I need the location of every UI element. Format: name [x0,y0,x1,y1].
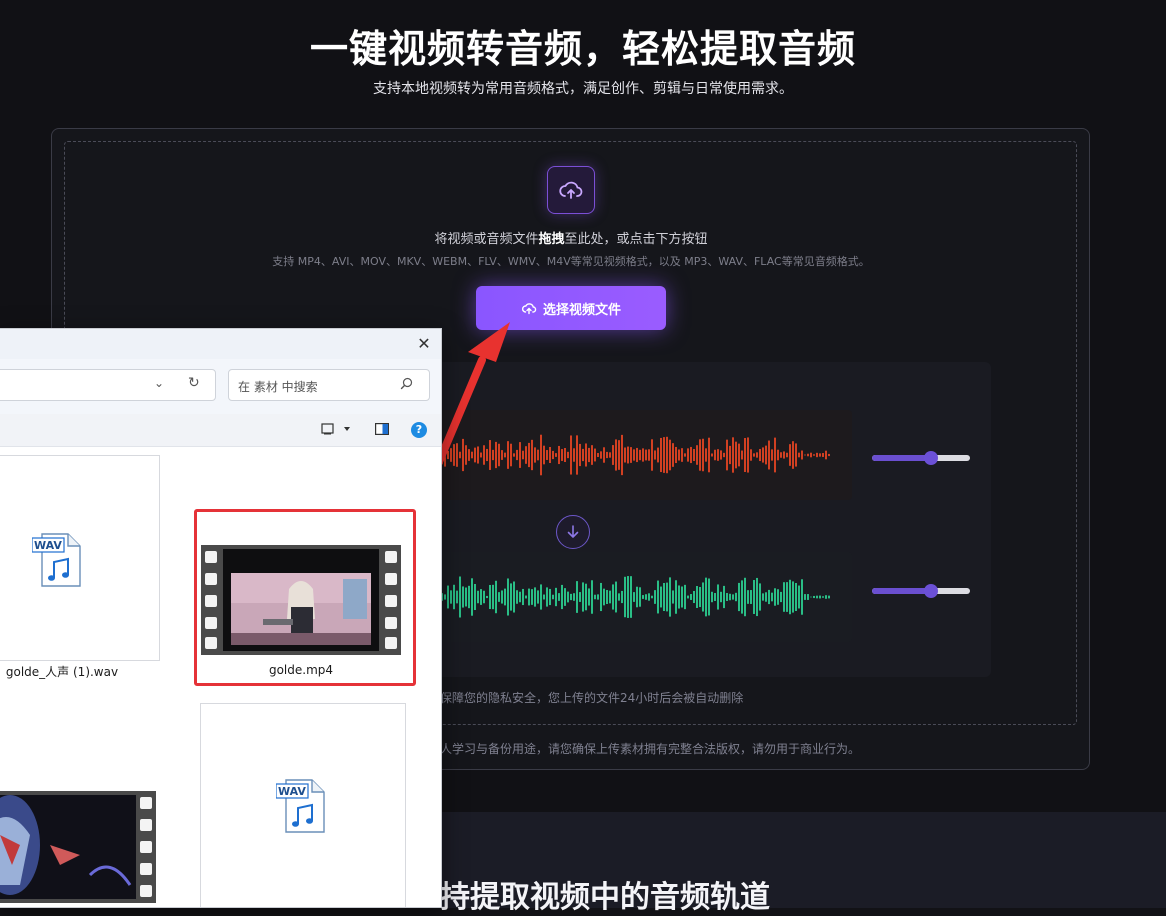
file-item-video-selected[interactable] [201,545,401,655]
green-waveform [441,576,830,618]
upload-icon [521,303,537,315]
address-bar[interactable] [0,369,216,401]
privacy-note: 保障您的隐私安全，您上传的文件24小时后会被自动删除 [440,691,744,705]
preview-pane-icon[interactable] [375,423,389,435]
slider-fill [872,588,931,594]
drag-emphasis: 拖拽 [538,232,565,247]
copyright-note: 人学习与备份用途，请您确保上传素材拥有完整合法版权，请勿用于商业行为。 [440,742,861,756]
arrow-down-icon [556,515,590,549]
slider-knob[interactable] [923,584,938,598]
wav-badge-text: WAV [278,785,306,798]
file-name: golde_人声 (1).wav [5,665,119,679]
slider-fill [872,455,931,461]
video-thumbnail [223,549,379,651]
drop-instruction: 将视频或音频文件拖拽至此处，或点击下方按钮 [434,232,708,247]
file-name: golde.mp4 [268,663,334,677]
select-video-label: 选择视频文件 [542,302,621,318]
chevron-down-icon[interactable]: ⌄ [154,376,164,390]
page-title: 一键视频转音频，轻松提取音频 [309,27,856,71]
file-item-video[interactable] [0,791,156,903]
volume-slider-output[interactable] [872,584,970,598]
wav-badge-text: WAV [34,539,62,552]
wav-file-icon: WAV [276,779,325,833]
close-icon[interactable]: ✕ [412,333,436,355]
slider-knob[interactable] [923,451,938,465]
help-icon[interactable]: ? [411,422,427,438]
search-icon [400,377,413,390]
refresh-icon[interactable]: ↻ [188,375,200,391]
view-mode-icon[interactable] [321,422,351,436]
section-title: 持提取视频中的音频轨道 [440,880,770,915]
supported-formats: 支持 MP4、AVI、MOV、MKV、WEBM、FLV、WMV、M4V等常见视频… [272,255,870,268]
extracted-waveform [440,552,852,642]
page-subtitle: 支持本地视频转为常用音频格式，满足创作、剪辑与日常使用需求。 [373,81,793,97]
video-thumbnail [0,795,136,899]
file-open-dialog: ✕ ⌄ ↻ 在 素材 中搜索 ? WAV golde_人声 (1).wav go… [0,328,442,908]
upload-cloud-icon [547,166,595,214]
wav-file-icon: WAV [32,533,81,587]
dialog-titlebar [0,329,441,359]
volume-slider-source[interactable] [872,451,970,465]
